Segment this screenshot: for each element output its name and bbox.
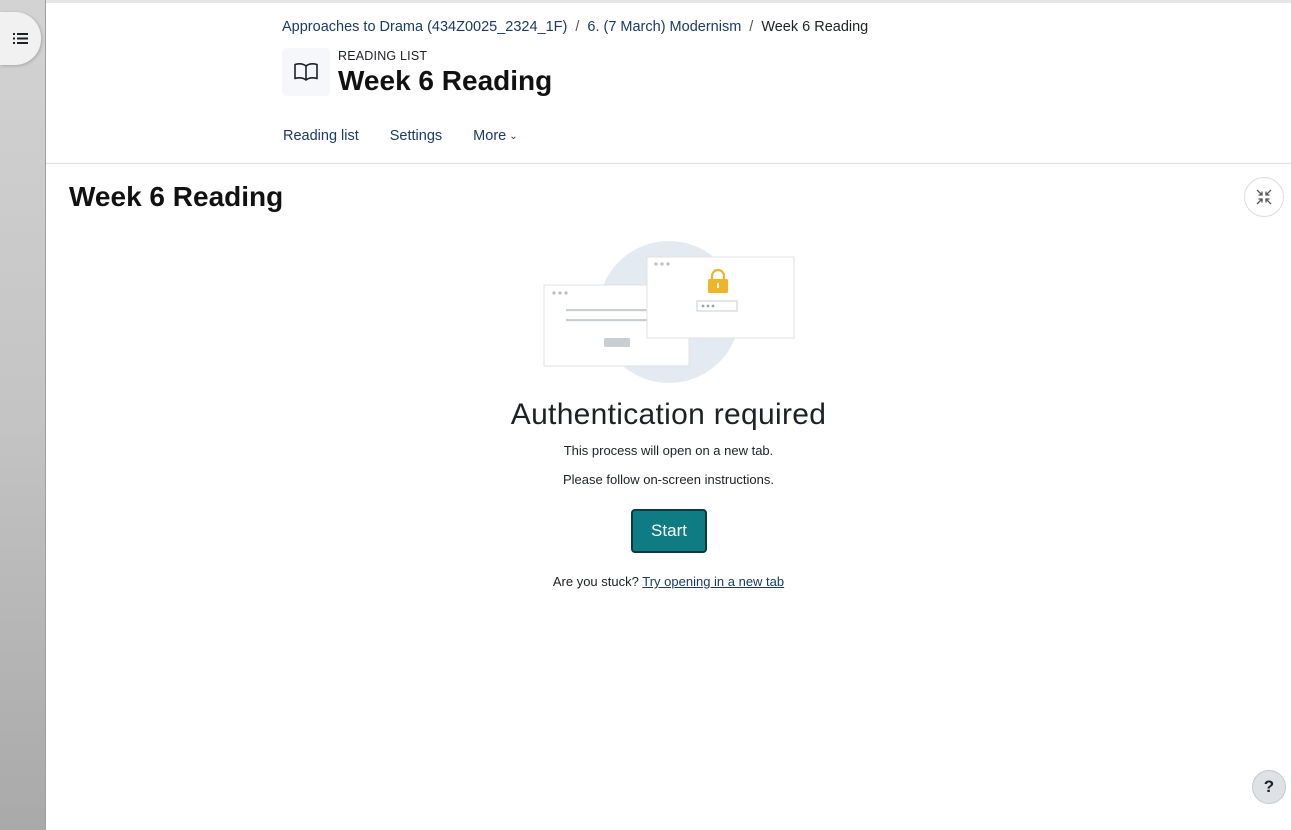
breadcrumb-section-link[interactable]: 6. (7 March) Modernism bbox=[587, 19, 741, 35]
chevron-down-icon: ⌄ bbox=[509, 131, 518, 142]
tab-settings[interactable]: Settings bbox=[390, 128, 442, 144]
auth-instruction-1: This process will open on a new tab. bbox=[563, 443, 774, 458]
auth-instruction-2: Please follow on-screen instructions. bbox=[563, 472, 774, 487]
breadcrumb-separator: / bbox=[575, 19, 580, 35]
breadcrumb-course-link[interactable]: Approaches to Drama (434Z0025_2324_1F) bbox=[282, 19, 567, 35]
tab-more[interactable]: More ⌄ bbox=[473, 128, 517, 144]
authentication-illustration bbox=[543, 241, 795, 383]
course-index-toggle-button[interactable] bbox=[0, 12, 41, 65]
open-new-tab-link[interactable]: Try opening in a new tab bbox=[642, 574, 784, 589]
breadcrumb-separator: / bbox=[749, 19, 754, 35]
stuck-help-text: Are you stuck? Try opening in a new tab bbox=[0, 574, 1291, 589]
page-header-title: Week 6 Reading bbox=[338, 65, 553, 96]
collapse-arrows-icon bbox=[1256, 189, 1272, 205]
breadcrumb-current: Week 6 Reading bbox=[761, 19, 869, 35]
help-button[interactable]: ? bbox=[1252, 770, 1286, 804]
stuck-label: Are you stuck? bbox=[552, 574, 639, 589]
activity-type-label: READING LIST bbox=[338, 49, 428, 63]
page-header: Approaches to Drama (434Z0025_2324_1F) / 6… bbox=[46, 3, 1291, 164]
tab-more-label: More bbox=[473, 128, 507, 144]
book-open-icon bbox=[294, 63, 318, 81]
start-button[interactable]: Start bbox=[631, 509, 707, 553]
activity-title: Week 6 Reading bbox=[69, 181, 284, 212]
list-icon bbox=[13, 33, 28, 44]
breadcrumb: Approaches to Drama (434Z0025_2324_1F) / 6… bbox=[282, 19, 868, 35]
fullscreen-toggle-button[interactable] bbox=[1244, 177, 1284, 217]
auth-title: Authentication required bbox=[510, 398, 827, 431]
activity-icon-box bbox=[282, 48, 330, 96]
tab-reading-list[interactable]: Reading list bbox=[283, 128, 359, 144]
secondary-navigation: Reading list Settings More ⌄ bbox=[283, 128, 518, 144]
